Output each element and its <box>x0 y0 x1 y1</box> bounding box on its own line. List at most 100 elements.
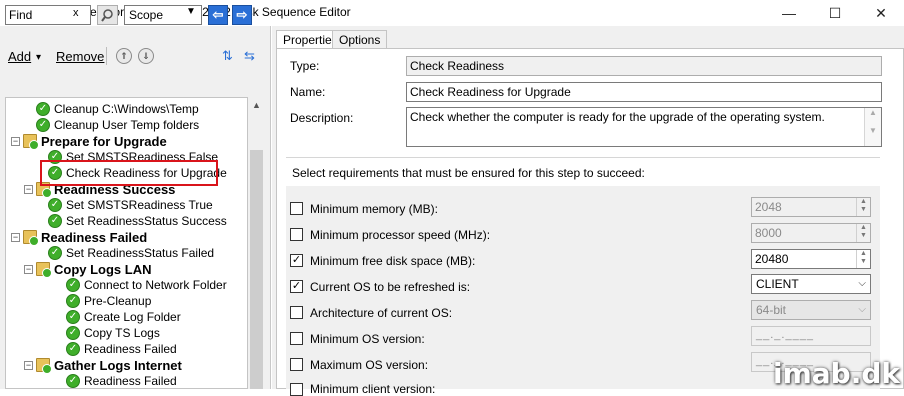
watermark: imab.dk <box>773 357 901 390</box>
spinner-arrows-icon[interactable]: ▲ ▼ <box>856 224 870 242</box>
check-icon: ✓ <box>66 326 80 340</box>
collapse-icon[interactable]: − <box>24 360 33 370</box>
check-icon: ✓ <box>36 102 50 116</box>
requirements-intro: Select requirements that must be ensured… <box>292 166 645 180</box>
current-os-select[interactable]: CLIENT ⌵ <box>751 274 871 294</box>
name-field[interactable]: Check Readiness for Upgrade <box>406 82 882 102</box>
tree-item[interactable]: ✓ Set ReadinessStatus Success <box>48 213 227 229</box>
spinner-arrows-icon[interactable]: ▲ ▼ <box>856 198 870 216</box>
search-button[interactable] <box>97 5 118 25</box>
tree-item[interactable]: ✓ Connect to Network Folder <box>66 277 227 293</box>
min-processor-checkbox[interactable] <box>290 228 303 241</box>
check-icon: ✓ <box>36 118 50 132</box>
tree-item[interactable]: ✓ Readiness Failed <box>66 373 177 388</box>
tree-group-label: Readiness Failed <box>41 229 148 245</box>
architecture-select[interactable]: 64-bit ⌵ <box>751 300 871 320</box>
magnifier-icon <box>101 9 113 22</box>
min-os-version-input[interactable]: __._.____ <box>751 326 871 346</box>
maximize-button[interactable]: ☐ <box>812 0 858 26</box>
swap-icon[interactable]: ⇆ <box>244 48 255 64</box>
name-label: Name: <box>290 85 326 99</box>
chevron-down-icon: ▼ <box>186 6 196 17</box>
close-button[interactable]: ✕ <box>858 0 904 26</box>
min-memory-label: Minimum memory (MB): <box>310 202 438 216</box>
max-os-version-checkbox[interactable] <box>290 358 303 371</box>
min-processor-spinner[interactable]: 8000 ▲ ▼ <box>751 223 871 243</box>
description-label: Description: <box>290 111 354 125</box>
tab-options[interactable]: Options <box>332 30 388 49</box>
tree-item-label: Create Log Folder <box>84 310 181 324</box>
current-os-checkbox[interactable]: ✓ <box>290 280 303 293</box>
tree-group[interactable]: − Readiness Failed <box>11 229 148 246</box>
min-client-version-checkbox[interactable] <box>290 383 303 396</box>
folder-icon <box>23 230 39 246</box>
tree-scrollbar-thumb[interactable] <box>250 150 263 389</box>
tree-item-label: Set ReadinessStatus Failed <box>66 246 215 260</box>
tree-item[interactable]: ✓ Pre-Cleanup <box>66 293 151 309</box>
min-client-version-label: Minimum client version: <box>310 382 436 396</box>
check-icon: ✓ <box>48 214 62 228</box>
remove-button[interactable]: Remove <box>56 49 104 64</box>
check-icon: ✓ <box>66 294 80 308</box>
tree-item[interactable]: ✓ Create Log Folder <box>66 309 181 325</box>
tree-item-label: Cleanup C:\Windows\Temp <box>54 102 199 116</box>
tree-item-label: Pre-Cleanup <box>84 294 152 308</box>
tree-group[interactable]: − Gather Logs Internet <box>24 357 182 374</box>
min-memory-value: 2048 <box>755 200 782 214</box>
max-os-version-label: Maximum OS version: <box>310 358 429 372</box>
tree-item-label: Set ReadinessStatus Success <box>66 214 227 228</box>
next-result-button[interactable]: ⇨ <box>232 5 252 25</box>
tree-item-label: Cleanup User Temp folders <box>54 118 200 132</box>
tree-item[interactable]: ✓ Set SMSTSReadiness True <box>48 197 213 213</box>
min-processor-label: Minimum processor speed (MHz): <box>310 228 491 242</box>
min-memory-checkbox[interactable] <box>290 202 303 215</box>
type-field: Check Readiness <box>406 56 882 76</box>
minimize-button[interactable]: — <box>766 0 812 26</box>
folder-icon <box>23 134 39 150</box>
check-icon: ✓ <box>48 198 62 212</box>
spinner-arrows-icon[interactable]: ▲ ▼ <box>856 250 870 268</box>
tree-item[interactable]: ✓ Readiness Failed <box>66 341 177 357</box>
check-icon: ✓ <box>66 278 80 292</box>
architecture-checkbox[interactable] <box>290 306 303 319</box>
tree-group-label: Copy Logs LAN <box>54 261 152 277</box>
tree-item[interactable]: ✓ Copy TS Logs <box>66 325 160 341</box>
clear-find-icon[interactable]: x <box>73 7 79 19</box>
collapse-icon[interactable]: − <box>11 232 20 242</box>
move-down-button[interactable]: ⇓ <box>138 48 154 64</box>
tree-item[interactable]: ✓ Set ReadinessStatus Failed <box>48 245 214 261</box>
folder-icon <box>36 358 52 374</box>
description-scrollbar[interactable]: ▲ ▼ <box>864 108 881 146</box>
tree-item-label: Readiness Failed <box>84 374 177 388</box>
min-disk-checkbox[interactable]: ✓ <box>290 254 303 267</box>
add-menu-button[interactable]: Add <box>8 49 31 64</box>
description-field[interactable]: Check whether the computer is ready for … <box>406 107 882 147</box>
collapse-icon[interactable]: − <box>24 264 33 274</box>
tree-group-label: Prepare for Upgrade <box>41 133 167 149</box>
tree-group[interactable]: − Copy Logs LAN <box>24 261 152 278</box>
min-disk-value: 20480 <box>755 252 789 266</box>
check-icon: ✓ <box>66 374 80 388</box>
min-memory-spinner[interactable]: 2048 ▲ ▼ <box>751 197 871 217</box>
current-os-value: CLIENT <box>756 277 799 291</box>
tree-item[interactable]: ✓ Cleanup User Temp folders <box>36 117 199 133</box>
add-dropdown-icon[interactable]: ▾ <box>36 52 41 63</box>
task-sequence-tree[interactable]: ✓ Cleanup C:\Windows\Temp ✓ Cleanup User… <box>5 97 248 389</box>
min-processor-value: 8000 <box>755 226 782 240</box>
move-up-button[interactable]: ⇑ <box>116 48 132 64</box>
tree-item-label: Set SMSTSReadiness True <box>66 198 213 212</box>
previous-result-button[interactable]: ⇦ <box>208 5 228 25</box>
min-os-version-label: Minimum OS version: <box>310 332 425 346</box>
tree-item-label: Copy TS Logs <box>84 326 160 340</box>
min-os-version-checkbox[interactable] <box>290 332 303 345</box>
scroll-up-icon[interactable]: ▲ <box>250 100 263 114</box>
collapse-icon[interactable]: − <box>11 136 20 146</box>
collapse-icon[interactable]: − <box>24 184 33 194</box>
tree-group[interactable]: − Prepare for Upgrade <box>11 133 167 150</box>
architecture-label: Architecture of current OS: <box>310 306 453 320</box>
tree-item[interactable]: ✓ Cleanup C:\Windows\Temp <box>36 101 199 117</box>
sort-icon[interactable]: ⇅ <box>222 48 233 64</box>
min-disk-spinner[interactable]: 20480 ▲ ▼ <box>751 249 871 269</box>
current-os-label: Current OS to be refreshed is: <box>310 280 471 294</box>
tree-item-label: Readiness Failed <box>84 342 177 356</box>
